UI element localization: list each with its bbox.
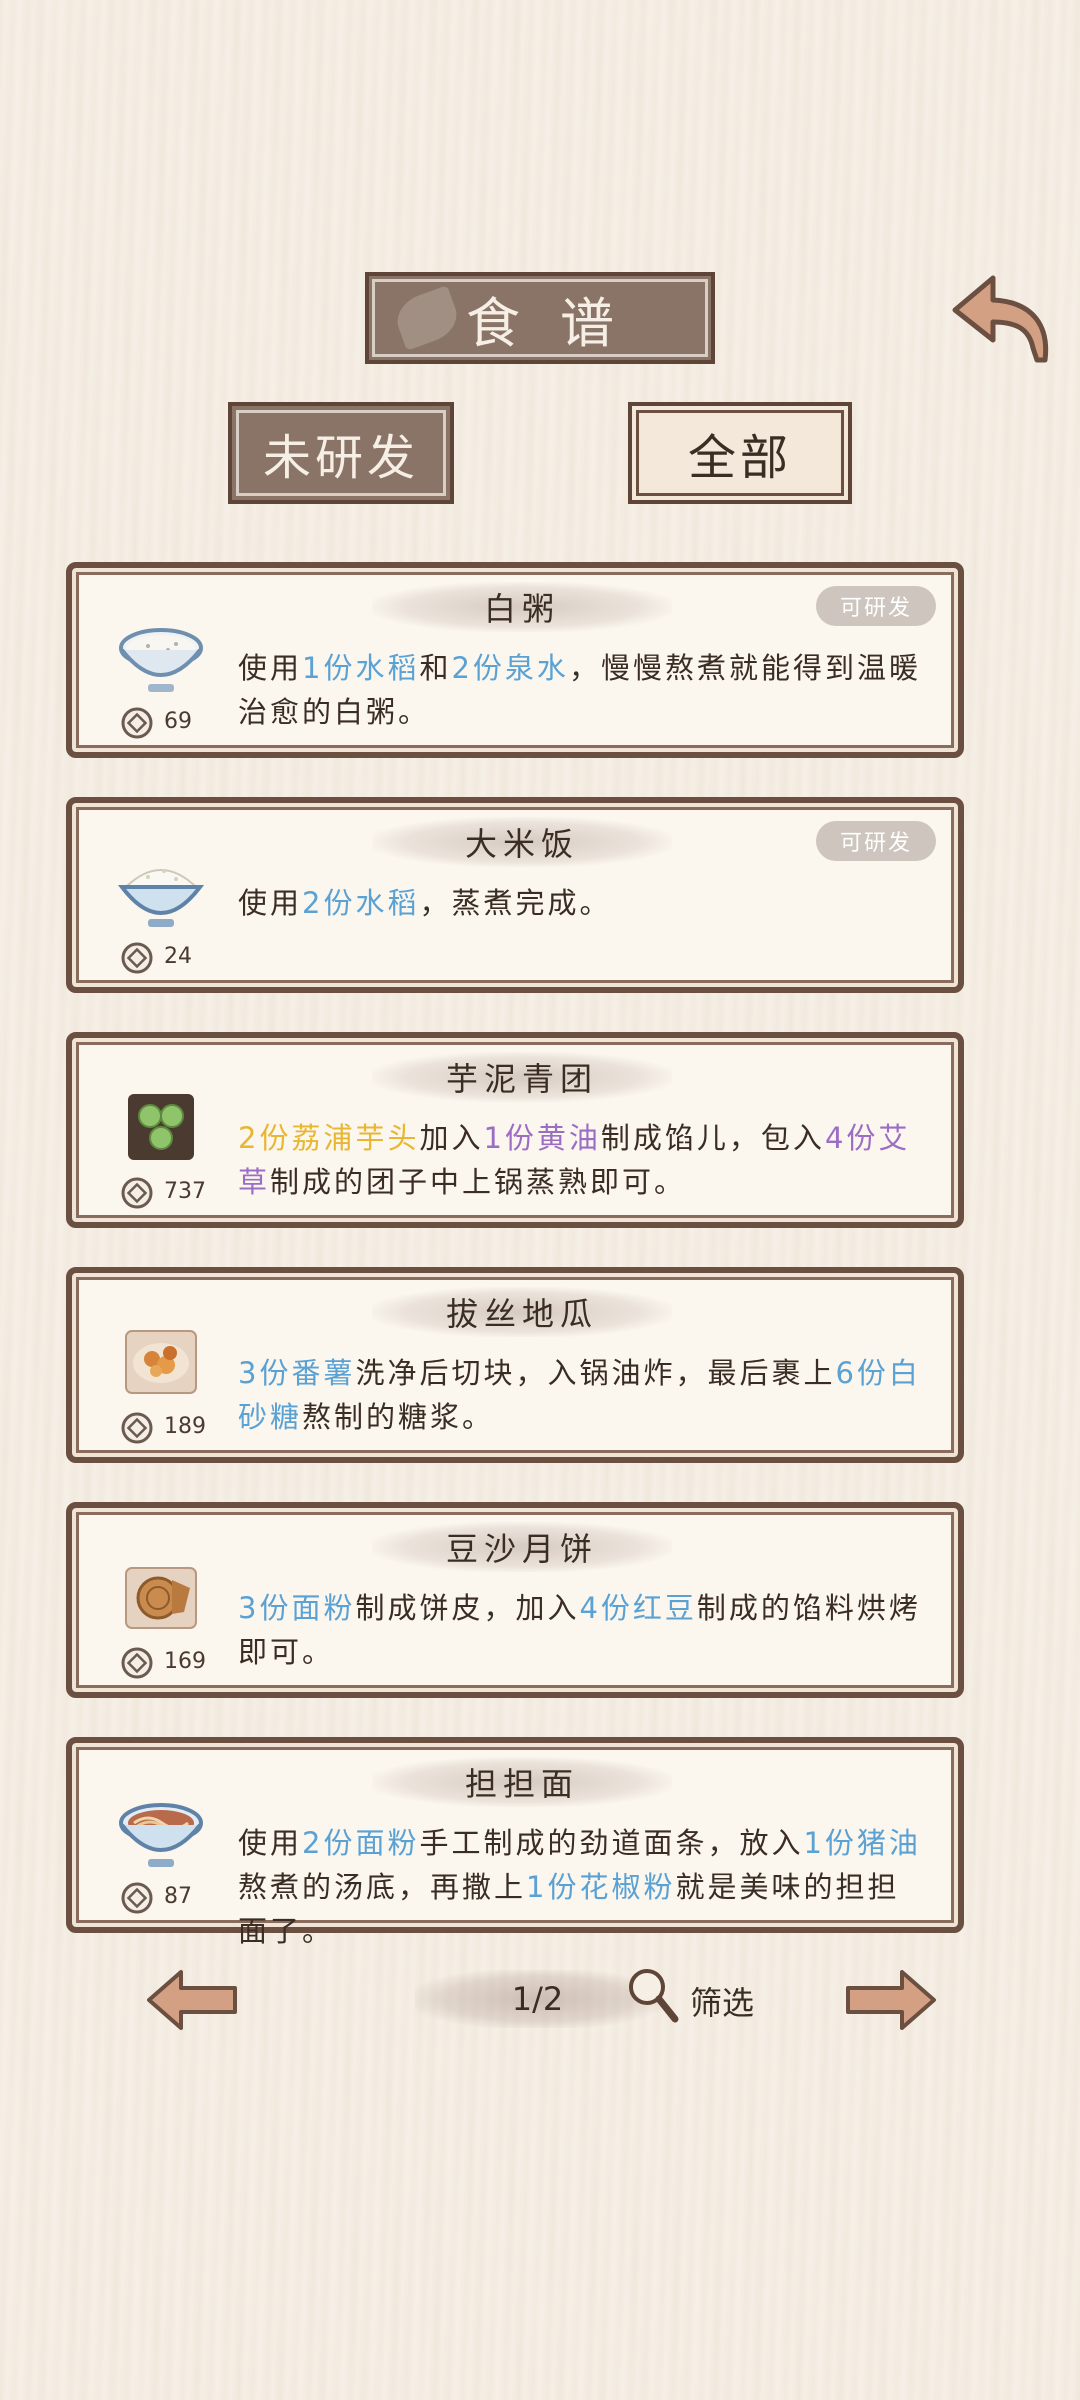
- description-text: 熬煮的汤底，再撒上: [238, 1870, 527, 1904]
- coin-icon: [120, 1176, 154, 1210]
- researchable-badge: 可研发: [816, 586, 936, 626]
- title-plaque: 食谱: [365, 272, 715, 364]
- recipe-name: 白粥: [372, 582, 672, 632]
- recipe-card[interactable]: 白粥 可研发 69 使用1份水稻和2份泉水，慢慢熬煮就能得到温暖治愈的白粥。: [66, 562, 964, 758]
- recipe-price: 69: [164, 709, 192, 734]
- arrow-right-icon: [846, 1970, 936, 2030]
- recipe-name: 拔丝地瓜: [372, 1287, 672, 1337]
- prev-page-button[interactable]: [145, 1966, 241, 2034]
- researchable-badge: 可研发: [816, 821, 936, 861]
- description-text: 制成的团子中上锅蒸熟即可。: [270, 1165, 687, 1199]
- recipe-name: 大米饭: [372, 817, 672, 867]
- recipe-card[interactable]: 担担面 87 使用2份面粉手工制成的劲道面条，放入1份猪油熬煮的汤底，再撒上1份花椒…: [66, 1737, 964, 1948]
- description-text: ，蒸煮完成。: [419, 886, 612, 920]
- recipe-card[interactable]: 拔丝地瓜 189 3份番薯洗净后切块，入锅油炸，最后裹上6份白砂糖熬制的糖浆。: [66, 1267, 964, 1463]
- ingredient-text: 2份面粉: [302, 1826, 420, 1860]
- description-text: 使用: [238, 886, 303, 920]
- recipe-price: 24: [164, 944, 192, 969]
- candied-sweet-potato-icon: [118, 1319, 204, 1405]
- rice-bowl-icon: [117, 849, 205, 935]
- description-text: 使用: [238, 651, 303, 685]
- recipe-description: 2份荔浦芋头加入1份黄油制成馅儿，包入4份艾草制成的团子中上锅蒸熟即可。: [238, 1116, 928, 1204]
- recipe-price: 169: [164, 1649, 206, 1674]
- coin-icon: [120, 1881, 154, 1915]
- page-title: 食谱: [466, 291, 654, 355]
- tab-undeveloped[interactable]: 未研发: [228, 402, 454, 504]
- description-text: 制成馅儿，包入: [600, 1121, 825, 1155]
- ingredient-text: 3份面粉: [238, 1591, 356, 1625]
- description-text: 洗净后切块，入锅油炸，最后裹上: [355, 1356, 836, 1390]
- recipe-description: 3份番薯洗净后切块，入锅油炸，最后裹上6份白砂糖熬制的糖浆。: [238, 1351, 928, 1439]
- mooncake-icon: [118, 1554, 204, 1640]
- description-text: 加入: [419, 1121, 484, 1155]
- next-page-button[interactable]: [842, 1966, 938, 2034]
- description-text: 和: [419, 651, 452, 685]
- recipe-description: 使用1份水稻和2份泉水，慢慢熬煮就能得到温暖治愈的白粥。: [238, 646, 928, 734]
- green-rice-balls-icon: [118, 1084, 204, 1170]
- filter-search-button[interactable]: [625, 1965, 681, 2025]
- tab-all[interactable]: 全部: [628, 402, 852, 504]
- arrow-left-icon: [147, 1970, 237, 2030]
- back-button[interactable]: [945, 268, 1055, 368]
- recipe-price: 737: [164, 1179, 206, 1204]
- page-number: 1/2: [511, 1980, 564, 2018]
- ingredient-text: 4份红豆: [579, 1591, 697, 1625]
- recipe-card[interactable]: 芋泥青团 737 2份荔浦芋头加入1份黄油制成馅儿，包入4份艾草制成的团子中上锅蒸熟…: [66, 1032, 964, 1228]
- description-text: 手工制成的劲道面条，放入: [419, 1826, 804, 1860]
- recipe-name: 芋泥青团: [372, 1052, 672, 1102]
- recipe-name: 豆沙月饼: [372, 1522, 672, 1572]
- recipe-price: 87: [164, 1884, 192, 1909]
- recipe-card[interactable]: 大米饭 可研发 24 使用2份水稻，蒸煮完成。: [66, 797, 964, 993]
- coin-icon: [120, 941, 154, 975]
- rice-porridge-bowl-icon: [118, 614, 204, 700]
- recipe-description: 使用2份面粉手工制成的劲道面条，放入1份猪油熬煮的汤底，再撒上1份花椒粉就是美味…: [238, 1821, 928, 1953]
- ingredient-text: 1份黄油: [483, 1121, 601, 1155]
- coin-icon: [120, 706, 154, 740]
- ingredient-text: 3份番薯: [238, 1356, 356, 1390]
- coin-icon: [120, 1411, 154, 1445]
- description-text: 使用: [238, 1826, 303, 1860]
- ingredient-text: 1份水稻: [302, 651, 420, 685]
- ingredient-text: 1份猪油: [803, 1826, 921, 1860]
- magnifier-icon: [629, 1969, 679, 2023]
- recipe-price: 189: [164, 1414, 206, 1439]
- coin-icon: [120, 1646, 154, 1680]
- recipe-card[interactable]: 豆沙月饼 169 3份面粉制成饼皮，加入4份红豆制成的馅料烘烤即可。: [66, 1502, 964, 1698]
- ingredient-text: 2份泉水: [451, 651, 569, 685]
- description-text: 熬制的糖浆。: [302, 1400, 495, 1434]
- filter-label[interactable]: 筛选: [690, 1978, 754, 2024]
- description-text: 制成饼皮，加入: [355, 1591, 580, 1625]
- recipe-name: 担担面: [372, 1757, 672, 1807]
- recipe-description: 3份面粉制成饼皮，加入4份红豆制成的馅料烘烤即可。: [238, 1586, 928, 1674]
- recipe-description: 使用2份水稻，蒸煮完成。: [238, 881, 928, 925]
- page-indicator: 1/2: [415, 1970, 660, 2028]
- ingredient-text: 2份水稻: [302, 886, 420, 920]
- back-arrow-icon: [952, 275, 1049, 363]
- ingredient-text: 2份荔浦芋头: [238, 1121, 420, 1155]
- ingredient-text: 1份花椒粉: [526, 1870, 676, 1904]
- dandan-noodles-icon: [118, 1789, 204, 1875]
